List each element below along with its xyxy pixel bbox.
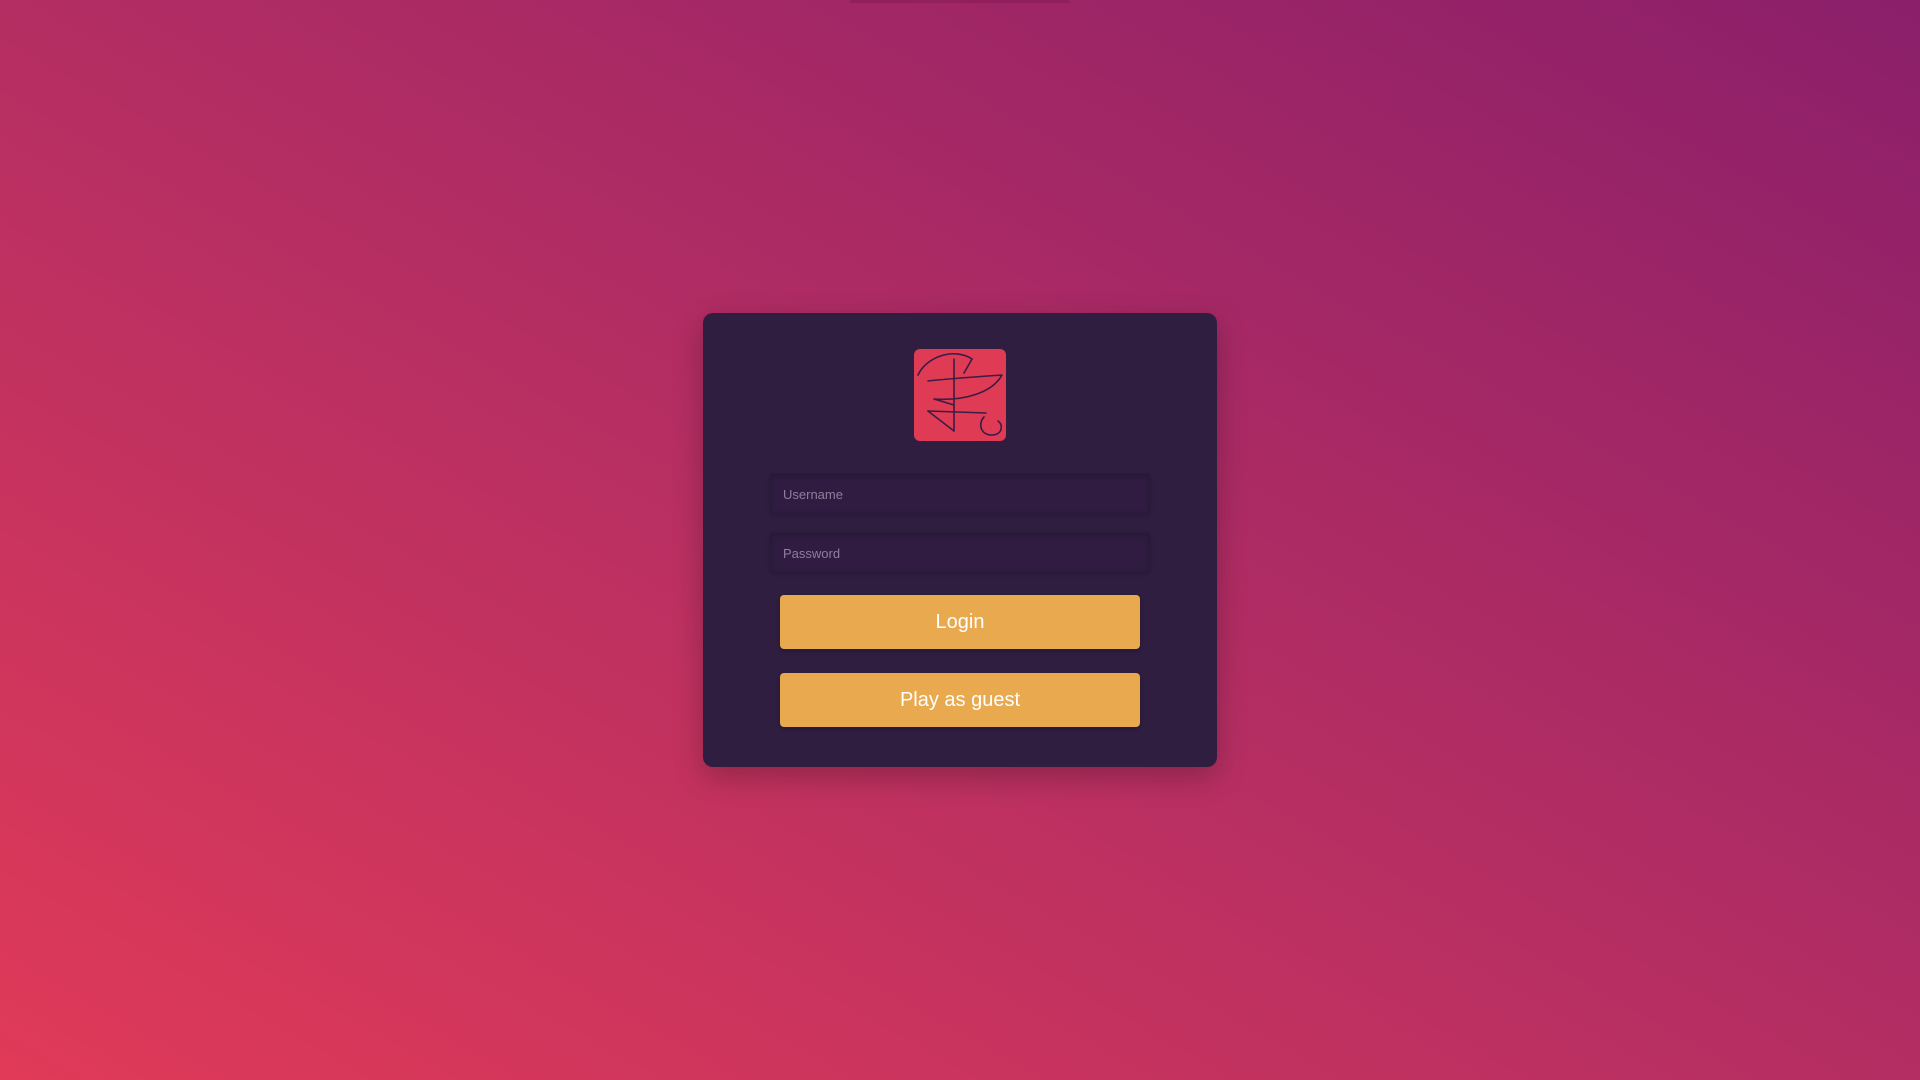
- app-logo: [914, 349, 1006, 441]
- glyph-logo-icon: [917, 353, 1003, 436]
- password-input[interactable]: [770, 533, 1150, 573]
- play-as-guest-button[interactable]: Play as guest: [780, 673, 1140, 727]
- username-input[interactable]: [770, 474, 1150, 514]
- login-card: Login Play as guest: [703, 313, 1217, 767]
- login-button[interactable]: Login: [780, 595, 1140, 649]
- top-edge-shadow: [850, 0, 1070, 3]
